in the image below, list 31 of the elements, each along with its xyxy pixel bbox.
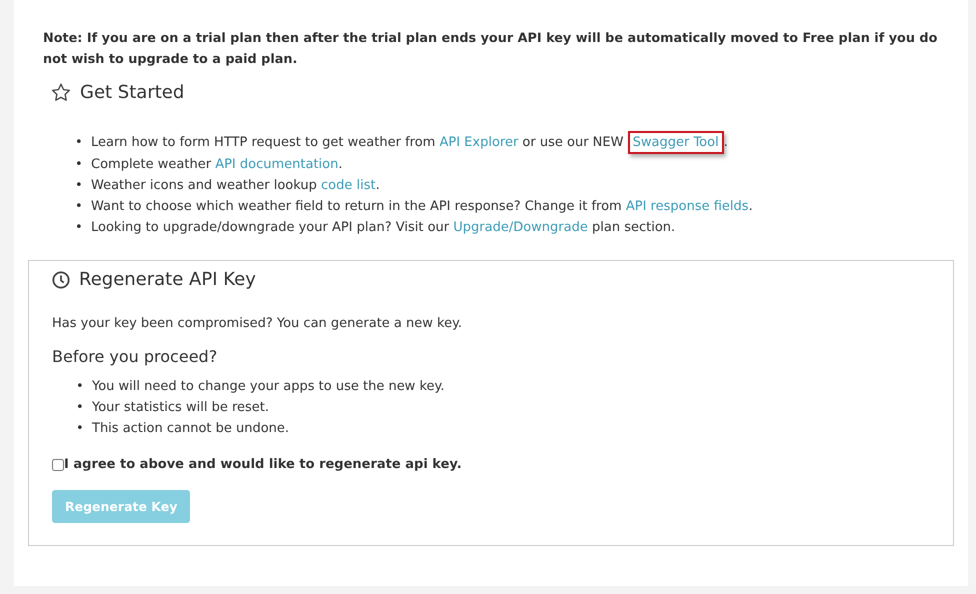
link[interactable]: API response fields — [626, 199, 749, 214]
bullet: • — [76, 378, 85, 396]
bullet: • — [76, 420, 85, 438]
note-text: Note: If you are on a trial plan then after the trial plan ends your API key will be automatically moved to Free plan if you do not wish to upgrade to a paid plan. — [43, 30, 938, 69]
link[interactable]: code list — [321, 178, 376, 193]
section-title: Get Started — [80, 82, 184, 103]
agree-checkbox[interactable] — [52, 458, 64, 470]
star-icon — [51, 83, 71, 102]
checkbox-label: I agree to above and would like to regenerate api key. — [64, 457, 462, 472]
list-item: Learn how to form HTTP request to get weather from API Explorer or use our NEW Swagger Tool . — [91, 131, 728, 154]
list-item: Weather icons and weather lookup code list. — [91, 177, 380, 195]
link[interactable]: Swagger Tool — [632, 135, 719, 150]
bullet: • — [75, 177, 84, 195]
list-item: Want to choose which weather field to return in the API response? Change it from API response fields. — [91, 198, 753, 216]
bullet: • — [75, 134, 84, 152]
list-item: You will need to change your apps to use the new key. — [92, 378, 444, 396]
bullet: • — [75, 219, 84, 237]
list-item: Looking to upgrade/downgrade your API plan? Visit our Upgrade/Downgrade plan section. — [91, 219, 676, 237]
list-item: This action cannot be undone. — [92, 420, 290, 438]
list-item: Complete weather API documentation. — [91, 156, 343, 174]
link[interactable]: API Explorer — [439, 135, 518, 150]
bullet: • — [75, 156, 84, 174]
bullet: • — [75, 198, 84, 216]
link[interactable]: Upgrade/Downgrade — [453, 220, 588, 235]
intro-text: Has your key been compromised? You can generate a new key. — [52, 316, 464, 331]
link[interactable]: API documentation — [215, 157, 338, 172]
clock-icon — [52, 270, 70, 288]
list-item: Your statistics will be reset. — [92, 399, 270, 417]
section-title: Regenerate API Key — [79, 269, 256, 290]
bullet: • — [76, 399, 85, 417]
subheading: Before you proceed? — [52, 347, 218, 366]
